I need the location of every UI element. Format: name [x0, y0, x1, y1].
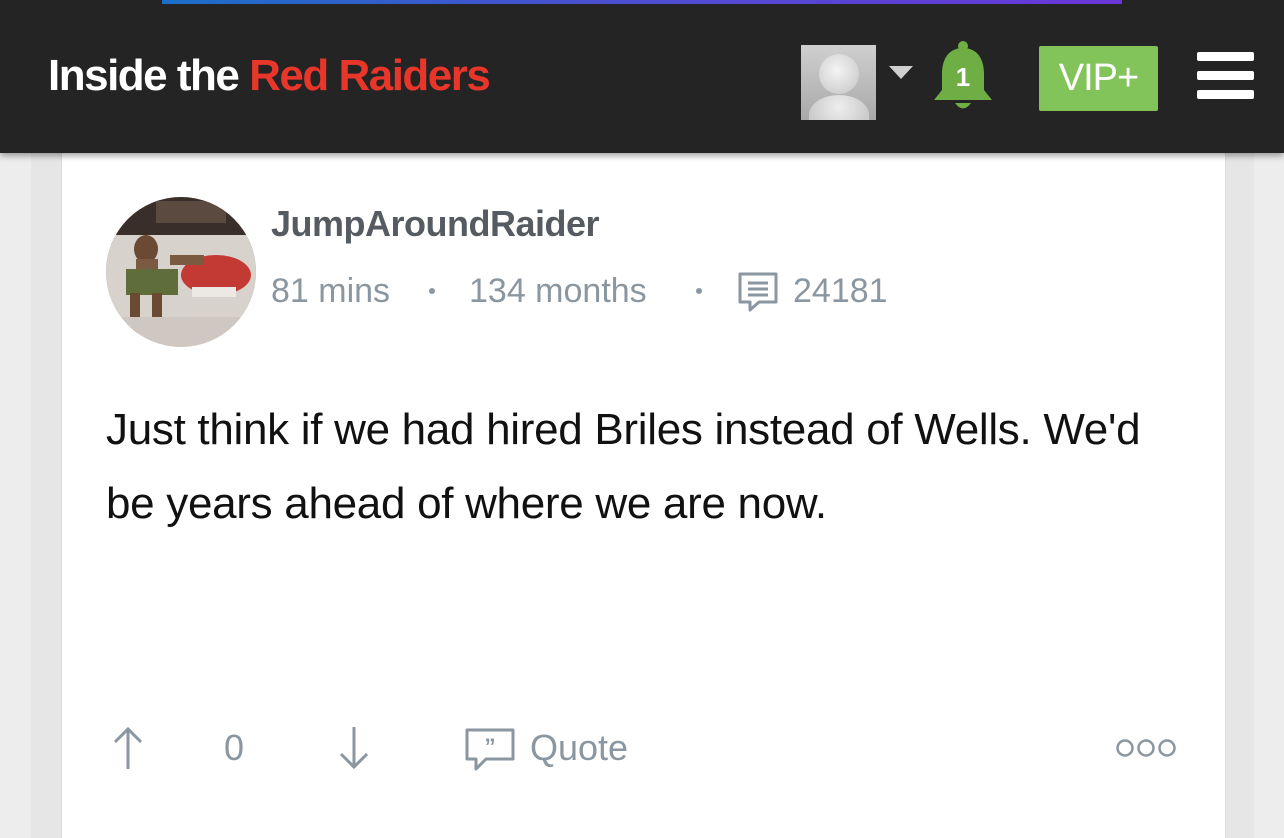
poster-username[interactable]: JumpAroundRaider — [271, 203, 600, 245]
member-duration: 134 months — [469, 272, 647, 310]
logo-text-white: Inside the — [48, 51, 250, 100]
hamburger-menu-button[interactable] — [1197, 52, 1254, 100]
site-logo[interactable]: Inside the Red Raiders — [48, 48, 491, 104]
downvote-arrow-icon — [339, 727, 369, 770]
user-avatar-button[interactable] — [801, 45, 876, 120]
svg-text:”: ” — [485, 734, 496, 759]
meta-separator-dot — [429, 288, 435, 294]
notification-count-badge: 1 — [955, 62, 971, 92]
downvote-button[interactable] — [338, 725, 370, 776]
post-actions-bar: 0 ” Quote — [106, 718, 1181, 778]
page-gutter-right — [1224, 153, 1254, 838]
vote-count: 0 — [224, 727, 245, 768]
more-options-icon — [1116, 739, 1176, 757]
upvote-button[interactable] — [112, 725, 144, 776]
vip-plus-button[interactable]: VIP+ — [1039, 46, 1158, 111]
avatar-placeholder-body — [809, 95, 869, 120]
avatar-placeholder-head — [819, 54, 859, 94]
post-time-ago: 81 mins — [271, 272, 391, 310]
poster-avatar[interactable] — [106, 197, 256, 347]
meta-separator-dot — [696, 288, 702, 294]
quote-icon: ” — [465, 728, 515, 771]
comment-icon — [737, 271, 779, 324]
menu-icon-bar — [1197, 71, 1254, 80]
notifications-button[interactable]: 1 — [930, 40, 996, 116]
more-options-button[interactable] — [1115, 737, 1179, 764]
poster-post-count: 24181 — [793, 272, 888, 310]
poster-avatar-image — [106, 197, 256, 347]
quote-button[interactable]: ” — [464, 727, 516, 778]
page-gutter-left — [31, 153, 61, 838]
menu-icon — [1197, 52, 1254, 61]
caret-down-icon[interactable] — [889, 66, 913, 79]
forum-post-card: JumpAroundRaider 81 mins 134 months 2418… — [61, 153, 1226, 838]
upvote-arrow-icon — [113, 726, 143, 769]
top-accent-strip — [162, 0, 1122, 4]
quote-button-label[interactable]: Quote — [530, 718, 628, 778]
menu-icon-bar — [1197, 90, 1254, 99]
post-body-text: Just think if we had hired Briles instea… — [106, 405, 1141, 528]
logo-text-red: Red Raiders — [249, 51, 491, 100]
site-header: Inside the Red Raiders 1 VIP+ — [0, 0, 1284, 153]
